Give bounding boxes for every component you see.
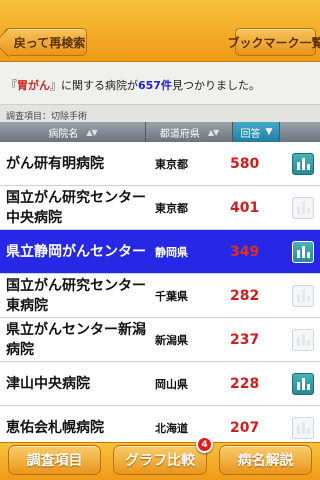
hospital-prefecture: 東京都 (155, 202, 188, 215)
hospital-name: 県立静岡がんセンター (6, 244, 146, 260)
search-result-summary: 『胃がん』に関する病院が657件見つかりました。 (0, 62, 320, 104)
search-keyword: 胃がん (17, 79, 50, 92)
bar-chart-icon[interactable] (292, 153, 314, 175)
back-to-search-button[interactable]: 戻って再検索 (4, 28, 87, 56)
answer-value: 237 (230, 332, 260, 348)
survey-item-button-label: 調査項目 (26, 453, 83, 469)
table-row[interactable]: 国立がん研究センター東病院 千葉県 282 (0, 274, 320, 318)
hospital-name: 県立がんセンター新潟病院 (6, 322, 146, 358)
bar-chart-icon[interactable] (292, 241, 314, 263)
bar-chart-icon[interactable] (292, 197, 314, 219)
result-text-mid: 』に関する病院が (50, 79, 138, 92)
hospital-prefecture: 北海道 (155, 422, 188, 435)
column-header-pref-label: 都道府県 (159, 128, 200, 140)
bar-chart-icon[interactable] (292, 417, 314, 439)
graph-compare-button-label: グラフ比較 (125, 453, 195, 469)
column-header-hospital-name[interactable]: 病院名 ▲▼ (0, 122, 146, 142)
answer-value: 349 (230, 244, 260, 260)
answer-value: 401 (230, 200, 260, 216)
answer-value: 282 (230, 288, 260, 304)
result-text-suffix: 見つかりました。 (171, 79, 260, 92)
bar-chart-icon[interactable] (292, 373, 314, 395)
column-header-name-label: 病院名 (48, 128, 79, 140)
sort-down-icon: ▼ (265, 127, 273, 137)
sort-icon: ▲▼ (207, 127, 219, 137)
column-header-answer[interactable]: 回答 ▼ (233, 122, 280, 142)
hospital-name: がん研有明病院 (6, 156, 104, 172)
answer-value: 580 (230, 156, 260, 172)
table-row[interactable]: 国立がん研究センター中央病院 東京都 401 (0, 186, 320, 230)
hospital-name: 恵佑会札幌病院 (6, 420, 104, 436)
hospital-name: 国立がん研究センター中央病院 (6, 190, 146, 226)
hospital-prefecture: 静岡県 (155, 246, 188, 259)
quote-open: 『 (6, 79, 17, 92)
disease-explanation-button-label: 病名解説 (237, 453, 294, 469)
bottom-toolbar: 調査項目 グラフ比較 4 病名解説 (0, 436, 320, 480)
survey-item-label: 調査項目：切除手術 (0, 104, 320, 122)
graph-compare-count-badge: 4 (196, 436, 213, 453)
bookmark-button-label: ブックマーク一覧 (227, 35, 320, 50)
hospital-prefecture: 千葉県 (155, 290, 188, 303)
hospital-name: 津山中央病院 (6, 376, 90, 392)
hospital-list: がん研有明病院 東京都 580 国立がん研究センター中央病院 東京都 401 県… (0, 142, 320, 442)
column-header-spacer (280, 122, 320, 142)
sort-icon: ▲▼ (86, 127, 97, 137)
result-count: 657件 (138, 79, 172, 92)
hospital-prefecture: 新潟県 (155, 334, 188, 347)
hospital-prefecture: 東京都 (155, 158, 188, 171)
table-row[interactable]: 県立静岡がんセンター 静岡県 349 (0, 230, 320, 274)
hospital-prefecture: 岡山県 (155, 378, 188, 391)
answer-value: 228 (230, 376, 260, 392)
top-toolbar: 戻って再検索 ブックマーク一覧 (0, 0, 320, 62)
bar-chart-icon[interactable] (292, 285, 314, 307)
disease-explanation-button[interactable]: 病名解説 (219, 445, 312, 475)
column-header-prefecture[interactable]: 都道府県 ▲▼ (146, 122, 233, 142)
back-button-label: 戻って再検索 (13, 35, 86, 50)
survey-item-button[interactable]: 調査項目 (8, 445, 101, 475)
bar-chart-icon[interactable] (292, 329, 314, 351)
bookmark-list-button[interactable]: ブックマーク一覧 (228, 28, 320, 56)
table-row[interactable]: 恵佑会札幌病院 北海道 207 (0, 406, 320, 442)
table-row[interactable]: 県立がんセンター新潟病院 新潟県 237 (0, 318, 320, 362)
hospital-name: 国立がん研究センター東病院 (6, 278, 146, 314)
table-row[interactable]: 津山中央病院 岡山県 228 (0, 362, 320, 406)
graph-compare-button[interactable]: グラフ比較 (113, 445, 207, 475)
column-header-answer-label: 回答 (240, 128, 261, 140)
table-row[interactable]: がん研有明病院 東京都 580 (0, 142, 320, 186)
answer-value: 207 (230, 420, 260, 436)
